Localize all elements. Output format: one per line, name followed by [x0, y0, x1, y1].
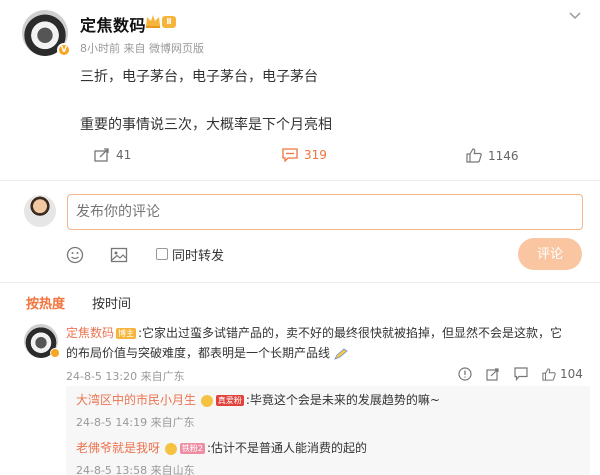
tab-sort-hot[interactable]: 按热度	[26, 293, 65, 312]
pencil-emoji-icon	[334, 347, 348, 360]
fan-tag: 真爱粉	[215, 395, 244, 406]
comment-icon[interactable]	[514, 367, 528, 381]
author-tag: 博主	[116, 328, 137, 339]
fan-badge-icon	[200, 394, 213, 407]
chevron-down-icon[interactable]	[568, 8, 582, 22]
verified-icon	[50, 348, 60, 358]
emoji-icon[interactable]	[66, 246, 84, 264]
my-avatar[interactable]	[24, 195, 56, 227]
comment-meta: 24-8-5 13:20 来自广东	[66, 370, 185, 383]
divider	[0, 282, 600, 283]
repost-checkbox[interactable]	[156, 248, 168, 260]
post-text-line2: 重要的事情说三次，大概率是下个月亮相	[80, 117, 332, 133]
reply-item: 大湾区中的市民小月生 真爱粉:毕竟这个会是未来的发展趋势的嘛~	[76, 391, 440, 408]
post-meta: 8小时前 来自 微博网页版	[80, 42, 204, 55]
thumbs-up-icon	[466, 148, 482, 163]
divider	[0, 180, 600, 181]
repost-count: 41	[116, 148, 132, 162]
like-count: 1146	[488, 148, 519, 163]
crown-icon	[146, 15, 160, 28]
comment-author[interactable]: 定焦数码	[66, 326, 114, 340]
repost-button[interactable]: 41	[94, 148, 131, 162]
reply-author[interactable]: 老佛爷就是我呀	[76, 441, 160, 455]
comment-like-button[interactable]: 104	[542, 367, 583, 381]
reply-text: :估计不是普通人能消费的起的	[206, 441, 367, 455]
reply-meta: 24-8-5 14:19 来自广东	[76, 416, 195, 429]
comment-input[interactable]	[67, 194, 583, 230]
submit-comment-button[interactable]: 评论	[518, 238, 582, 270]
comment-body: 定焦数码 博主:它家出过蛮多试错产品的，卖不好的最终很快就被掐掉，但显然不会是这款…	[66, 323, 590, 363]
like-button[interactable]: 1146	[466, 148, 519, 163]
reply-item: 老佛爷就是我呀 铁粉2:估计不是普通人能消费的起的	[76, 439, 367, 456]
reply-text: :毕竟这个会是未来的发展趋势的嘛~	[245, 393, 440, 407]
comment-text-line2: 的布局价值与突破难度，都表明是一个长期产品线	[66, 346, 331, 360]
report-icon[interactable]	[458, 367, 472, 381]
comment-button[interactable]: 319	[282, 148, 327, 162]
repost-icon[interactable]	[486, 367, 500, 381]
thumbs-up-icon	[542, 367, 556, 381]
level-badge: Ⅱ	[162, 16, 176, 28]
post-text-line1: 三折，电子茅台，电子茅台，电子茅台	[80, 69, 318, 85]
image-icon[interactable]	[110, 246, 128, 264]
comment-count: 319	[304, 148, 327, 162]
repost-icon	[94, 148, 109, 162]
post-author-name[interactable]: 定焦数码	[80, 12, 146, 36]
repost-checkbox-label: 同时转发	[172, 249, 225, 264]
comment-text-line1: :它家出过蛮多试错产品的，卖不好的最终很快就被掐掉，但显然不会是这款，它	[138, 326, 563, 340]
reply-author[interactable]: 大湾区中的市民小月生	[76, 393, 196, 407]
reply-meta: 24-8-5 13:58 来自山东	[76, 464, 195, 475]
comment-like-count: 104	[560, 367, 583, 381]
verified-icon: V	[57, 43, 71, 57]
fan-tag: 铁粉2	[179, 443, 205, 454]
tab-sort-time[interactable]: 按时间	[92, 293, 131, 312]
fan-badge-icon	[164, 442, 177, 455]
comment-icon	[282, 148, 298, 162]
